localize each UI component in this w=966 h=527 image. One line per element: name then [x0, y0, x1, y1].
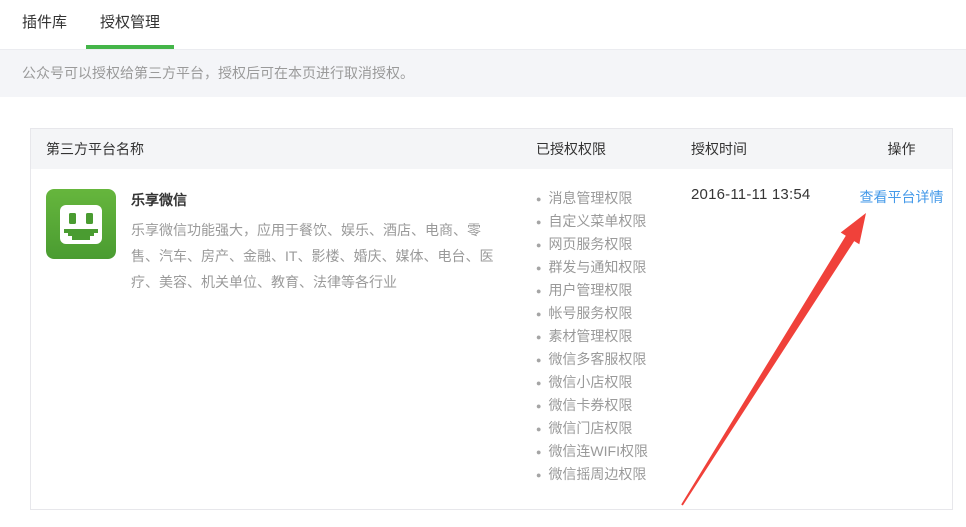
- permission-item: ● 群发与通知权限: [536, 256, 658, 279]
- permission-label: 网页服务权限: [548, 236, 632, 252]
- authorization-time: 2016-11-11 13:54: [681, 169, 851, 203]
- table-row: 乐享微信 乐享微信功能强大，应用于餐饮、娱乐、酒店、电商、零售、汽车、房产、金融…: [31, 169, 952, 509]
- permission-item: ● 网页服务权限: [536, 233, 658, 256]
- permission-label: 微信门店权限: [548, 420, 632, 436]
- permission-item: ● 帐号服务权限: [536, 302, 658, 325]
- permission-label: 微信连WIFI权限: [548, 443, 648, 459]
- permission-item: ● 微信卡券权限: [536, 394, 658, 417]
- permission-item: ● 微信摇周边权限: [536, 463, 658, 486]
- bullet-icon: ●: [536, 263, 541, 273]
- bullet-icon: ●: [536, 470, 541, 480]
- permission-item: ● 用户管理权限: [536, 279, 658, 302]
- permission-item: ● 素材管理权限: [536, 325, 658, 348]
- header-authorization-time: 授权时间: [681, 139, 851, 159]
- tab-plugin-library[interactable]: 插件库: [8, 0, 81, 49]
- permissions-cell: ● 消息管理权限 ● 自定义菜单权限 ● 网页服务权限 ● 群发与通知权限 ● 用户管理权限 ● 帐号…: [521, 169, 681, 506]
- permission-label: 微信多客服权限: [548, 351, 646, 367]
- platform-info: 乐享微信 乐享微信功能强大，应用于餐饮、娱乐、酒店、电商、零售、汽车、房产、金融…: [131, 189, 497, 295]
- bullet-icon: ●: [536, 309, 541, 319]
- header-platform-name: 第三方平台名称: [31, 139, 521, 159]
- bullet-icon: ●: [536, 240, 541, 250]
- permission-label: 素材管理权限: [548, 328, 632, 344]
- bullet-icon: ●: [536, 194, 541, 204]
- bullet-icon: ●: [536, 355, 541, 365]
- platform-cell: 乐享微信 乐享微信功能强大，应用于餐饮、娱乐、酒店、电商、零售、汽车、房产、金融…: [31, 169, 521, 295]
- bullet-icon: ●: [536, 332, 541, 342]
- bullet-icon: ●: [536, 401, 541, 411]
- platform-name: 乐享微信: [131, 190, 497, 210]
- bullet-icon: ●: [536, 286, 541, 296]
- permission-label: 帐号服务权限: [548, 305, 632, 321]
- tab-authorization-management[interactable]: 授权管理: [86, 0, 174, 49]
- table-header-row: 第三方平台名称 已授权权限 授权时间 操作: [31, 129, 952, 169]
- notice-bar: 公众号可以授权给第三方平台，授权后可在本页进行取消授权。: [0, 49, 966, 97]
- view-platform-details-link[interactable]: 查看平台详情: [860, 189, 944, 205]
- permission-label: 微信卡券权限: [548, 397, 632, 413]
- header-authorized-permissions: 已授权权限: [521, 139, 681, 159]
- permission-label: 微信小店权限: [548, 374, 632, 390]
- permission-label: 微信摇周边权限: [548, 466, 646, 482]
- authorization-table: 第三方平台名称 已授权权限 授权时间 操作: [30, 128, 953, 510]
- permission-item: ● 微信多客服权限: [536, 348, 658, 371]
- action-cell: 查看平台详情: [851, 169, 952, 207]
- permission-label: 群发与通知权限: [548, 259, 646, 275]
- robot-face-icon: [46, 189, 116, 259]
- permission-item: ● 消息管理权限: [536, 187, 658, 210]
- bullet-icon: ●: [536, 447, 541, 457]
- platform-description: 乐享微信功能强大，应用于餐饮、娱乐、酒店、电商、零售、汽车、房产、金融、IT、影…: [131, 217, 497, 295]
- permission-label: 消息管理权限: [548, 190, 632, 206]
- permission-list: ● 消息管理权限 ● 自定义菜单权限 ● 网页服务权限 ● 群发与通知权限 ● 用户管理权限 ● 帐号…: [536, 187, 658, 486]
- permission-item: ● 微信连WIFI权限: [536, 440, 658, 463]
- bullet-icon: ●: [536, 424, 541, 434]
- permission-item: ● 微信小店权限: [536, 371, 658, 394]
- tab-bar: 插件库 授权管理: [0, 0, 966, 49]
- bullet-icon: ●: [536, 217, 541, 227]
- permission-item: ● 自定义菜单权限: [536, 210, 658, 233]
- permission-label: 自定义菜单权限: [548, 213, 646, 229]
- permission-label: 用户管理权限: [548, 282, 632, 298]
- header-operation: 操作: [851, 139, 952, 159]
- bullet-icon: ●: [536, 378, 541, 388]
- permission-item: ● 微信门店权限: [536, 417, 658, 440]
